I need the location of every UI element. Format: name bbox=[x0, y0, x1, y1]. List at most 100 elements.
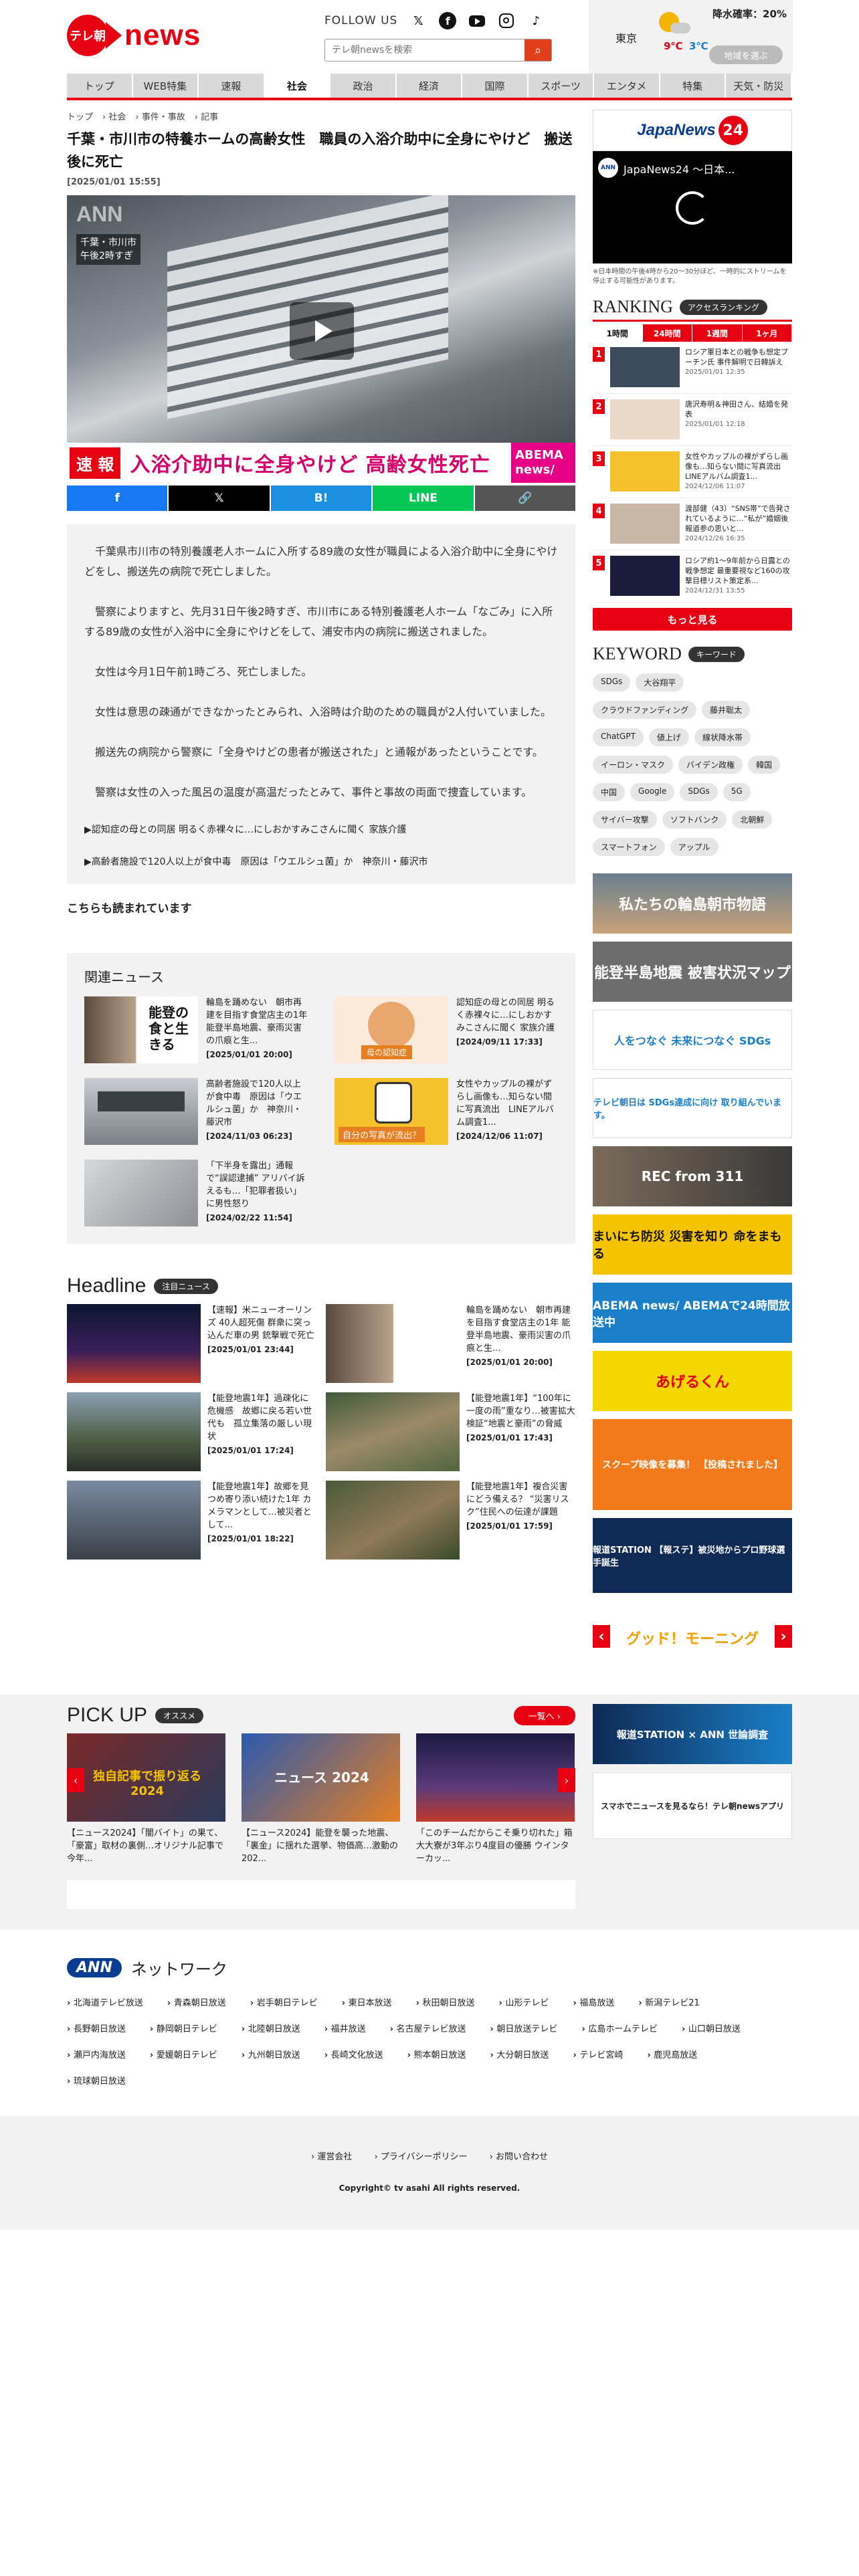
ann-station-link[interactable]: 大分朝日放送 bbox=[490, 2048, 549, 2060]
keyword-tag[interactable]: イーロン・マスク bbox=[593, 756, 674, 774]
carousel-prev-icon[interactable]: ‹ bbox=[593, 1625, 610, 1648]
share-hatena-button[interactable]: B! bbox=[270, 486, 372, 511]
ann-station-link[interactable]: 鹿児島放送 bbox=[647, 2048, 697, 2060]
keyword-tag[interactable]: 北朝鮮 bbox=[732, 811, 773, 829]
ann-station-link[interactable]: 名古屋テレビ放送 bbox=[390, 2022, 466, 2034]
banner-rec311[interactable]: REC from 311 bbox=[593, 1146, 792, 1206]
tab-1week[interactable]: 1週間 bbox=[692, 324, 742, 342]
ann-station-link[interactable]: 山形テレビ bbox=[499, 1996, 549, 2008]
ann-station-link[interactable]: 長崎文化放送 bbox=[324, 2048, 383, 2060]
nav-item[interactable]: 政治 bbox=[330, 74, 395, 98]
banner-abema[interactable]: ABEMA news/ ABEMAで24時間放送中 bbox=[593, 1283, 792, 1343]
pickup-prev-icon[interactable]: ‹ bbox=[67, 1768, 84, 1792]
banner-damage-map[interactable]: 能登半島地震 被害状況マップ bbox=[593, 942, 792, 1002]
keyword-tag[interactable]: ソフトバンク bbox=[662, 811, 727, 829]
related-news-item[interactable]: 「下半身を露出」通報で“誤認逮捕” アリバイ訴えるも…「犯罪者扱い」に男性怒り[… bbox=[84, 1160, 308, 1226]
keyword-tag[interactable]: サイバー攻撃 bbox=[593, 811, 657, 829]
instagram-icon[interactable] bbox=[498, 12, 515, 29]
banner-ageru[interactable]: あげるくん bbox=[593, 1351, 792, 1411]
keyword-tag[interactable]: 大谷翔平 bbox=[636, 673, 684, 691]
footer-privacy-link[interactable]: プライバシーポリシー bbox=[374, 2152, 467, 2162]
nav-item[interactable]: 速報 bbox=[199, 74, 264, 98]
nav-item[interactable]: 特集 bbox=[660, 74, 725, 98]
headline-item[interactable]: 【能登地震1年】故郷を見つめ寄り添い続けた1年 カメラマンとして…被災者として.… bbox=[67, 1481, 316, 1560]
ranking-item[interactable]: 4 渡部健（43）“SNS帯”で告発されているように…“私が”婚姻後報道参の思いと… bbox=[593, 498, 792, 550]
japannews24-banner[interactable]: JapaNews 24 bbox=[593, 110, 792, 151]
ann-station-link[interactable]: 瀬戸内海放送 bbox=[67, 2048, 126, 2060]
keyword-tag[interactable]: クラウドファンディング bbox=[593, 701, 697, 719]
nav-item[interactable]: エンタメ bbox=[594, 74, 659, 98]
banner-wajima[interactable]: 私たちの輪島朝市物語 bbox=[593, 873, 792, 934]
keyword-tag[interactable]: アップル bbox=[670, 838, 719, 856]
ann-station-link[interactable]: 九州朝日放送 bbox=[242, 2048, 300, 2060]
nav-item[interactable]: トップ bbox=[67, 74, 132, 98]
facebook-icon[interactable]: f bbox=[439, 12, 457, 29]
banner-hodo-station[interactable]: 報道STATION 【報ステ】被災地からプロ野球選手誕生 bbox=[593, 1518, 792, 1593]
search-icon[interactable]: ⌕ bbox=[524, 39, 551, 61]
share-x-button[interactable]: 𝕏 bbox=[169, 486, 270, 511]
keyword-tag[interactable]: 中国 bbox=[593, 783, 626, 801]
tab-24hours[interactable]: 24時間 bbox=[642, 324, 692, 342]
ann-station-link[interactable]: 熊本朝日放送 bbox=[407, 2048, 466, 2060]
banner-scoop[interactable]: スクープ映像を募集！ 【投稿されました】 bbox=[593, 1419, 792, 1510]
ann-station-link[interactable]: テレビ宮崎 bbox=[573, 2048, 623, 2060]
keyword-tag[interactable]: 線状降水帯 bbox=[694, 728, 751, 746]
banner-good-morning[interactable]: ‹ グッド！モーニング › bbox=[593, 1601, 792, 1675]
keyword-tag[interactable]: SDGs bbox=[593, 673, 631, 691]
breadcrumb-top[interactable]: トップ bbox=[67, 112, 93, 122]
banner-sdgs-tvasahi[interactable]: テレビ朝日は SDGs達成に向け 取り組んでいます。 bbox=[593, 1078, 792, 1138]
play-button[interactable] bbox=[290, 302, 354, 360]
related-link[interactable]: ▶認知症の母との同居 明るく赤裸々に…にしおかすみこさんに聞く 家族介護 bbox=[84, 823, 558, 836]
ann-station-link[interactable]: 福井放送 bbox=[324, 2022, 366, 2034]
pick-region-button[interactable]: 地域を選ぶ bbox=[709, 45, 783, 64]
ann-station-link[interactable]: 朝日放送テレビ bbox=[490, 2022, 557, 2034]
breadcrumb-incident[interactable]: 事件・事故 bbox=[142, 112, 185, 122]
related-news-item[interactable]: 能登の食と生きる 輪島を踊めない 朝市再建を目指す食堂店主の1年 能登半島地震、… bbox=[84, 996, 308, 1063]
tab-1hour[interactable]: 1時間 bbox=[593, 324, 642, 342]
headline-item[interactable]: 【能登地震1年】“100年に一度の雨”重なり…被害拡大 検証“地震と豪雨”の脅威… bbox=[326, 1392, 575, 1471]
ranking-item[interactable]: 5 ロシア約1～9年前から日露との戦争想定 最重要視など160の攻撃目標リスト策定… bbox=[593, 550, 792, 603]
keyword-tag[interactable]: 韓国 bbox=[748, 756, 781, 774]
ranking-more-button[interactable]: もっと見る bbox=[593, 608, 792, 631]
ann-station-link[interactable]: 広島ホームテレビ bbox=[581, 2022, 658, 2034]
site-logo[interactable]: テレ朝 news bbox=[67, 15, 201, 56]
carousel-next-icon[interactable]: › bbox=[775, 1625, 792, 1648]
youtube-icon[interactable] bbox=[468, 12, 486, 29]
banner-sdgs[interactable]: 人をつなぐ 未来につなぐ SDGs bbox=[593, 1010, 792, 1070]
ranking-item[interactable]: 3 女性やカップルの裸がずらし画像も…知らない間に写真流出 LINEアルバム調査1… bbox=[593, 446, 792, 498]
nav-item[interactable]: 社会 bbox=[264, 74, 330, 98]
ann-station-link[interactable]: 岩手朝日テレビ bbox=[250, 1996, 318, 2008]
nav-item[interactable]: 国際 bbox=[462, 74, 527, 98]
keyword-tag[interactable]: 5G bbox=[723, 783, 751, 801]
footer-company-link[interactable]: 運営会社 bbox=[311, 2152, 352, 2162]
ann-station-link[interactable]: 愛媛朝日テレビ bbox=[150, 2048, 217, 2060]
nav-item[interactable]: WEB特集 bbox=[132, 74, 198, 98]
ann-station-link[interactable]: 青森朝日放送 bbox=[167, 1996, 226, 2008]
headline-item[interactable]: 輪島を踊めない 朝市再建を目指す食堂店主の1年 能登半島地震、豪雨災害の爪痕と生… bbox=[326, 1304, 575, 1383]
headline-item[interactable]: 【能登地震1年】過疎化に危機感 故郷に戻る若い世代も 孤立集落の厳しい現状 [20… bbox=[67, 1392, 316, 1471]
keyword-tag[interactable]: 値上げ bbox=[648, 728, 689, 746]
search-input[interactable] bbox=[325, 39, 524, 61]
ann-station-link[interactable]: 琉球朝日放送 bbox=[67, 2074, 126, 2086]
share-facebook-button[interactable]: f bbox=[67, 486, 168, 511]
ann-station-link[interactable]: 新潟テレビ21 bbox=[638, 1996, 700, 2008]
ann-station-link[interactable]: 東日本放送 bbox=[342, 1996, 392, 2008]
footer-contact-link[interactable]: お問い合わせ bbox=[490, 2152, 548, 2162]
live-stream-player[interactable]: ANN JapaNews24 ～日本... bbox=[593, 151, 792, 263]
nav-item[interactable]: 天気・防災 bbox=[726, 74, 791, 98]
banner-poll[interactable]: 報道STATION × ANN 世論調査 bbox=[593, 1704, 792, 1764]
headline-item[interactable]: 【能登地震1年】複合災害にどう備える？ “災害リスク”住民への伝達が課題 [202… bbox=[326, 1481, 575, 1560]
pickup-card[interactable]: 独自記事で振り返る 2024 【ニュース2024】「闇バイト」の果て、「豪富」取… bbox=[67, 1733, 225, 1865]
keyword-tag[interactable]: スマートフォン bbox=[593, 838, 665, 856]
nav-item[interactable]: スポーツ bbox=[528, 74, 593, 98]
keyword-tag[interactable]: ChatGPT bbox=[593, 728, 644, 746]
pickup-card[interactable]: ニュース 2024 【ニュース2024】能登を襲った地震、「裏金」に揺れた選挙、… bbox=[242, 1733, 400, 1865]
x-icon[interactable]: 𝕏 bbox=[409, 12, 427, 29]
related-link[interactable]: ▶高齢者施設で120人以上が食中毒 原因は「ウエルシュ菌」か 神奈川・藤沢市 bbox=[84, 855, 558, 868]
tab-1month[interactable]: 1ヶ月 bbox=[742, 324, 791, 342]
related-news-item[interactable]: 母の認知症 認知症の母との同居 明るく赤裸々に…にしおかすみこさんに聞く 家族介… bbox=[335, 996, 558, 1063]
breadcrumb-society[interactable]: 社会 bbox=[108, 112, 126, 122]
pickup-next-icon[interactable]: › bbox=[558, 1768, 575, 1792]
related-news-item[interactable]: 高齢者施設で120人以上が食中毒 原因は「ウエルシュ菌」か 神奈川・藤沢市 [20… bbox=[84, 1078, 308, 1145]
ranking-item[interactable]: 1 ロシア軍日本との戦争も想定プーチン氏 事件解明で日韓訴え 2025/01/01 … bbox=[593, 342, 792, 394]
